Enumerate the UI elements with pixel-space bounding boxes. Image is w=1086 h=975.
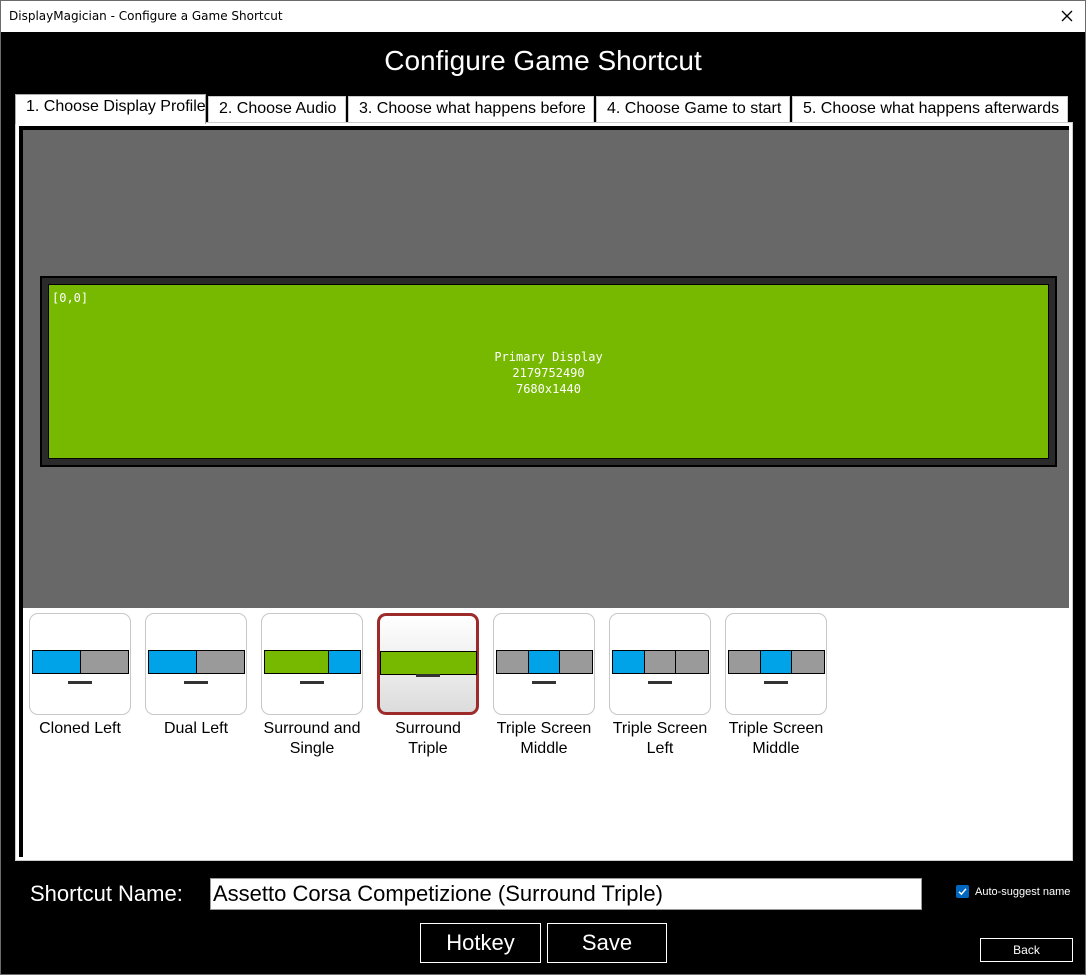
checkbox-checked-icon[interactable] (956, 885, 969, 898)
display-resolution: 7680x1440 (515, 382, 582, 396)
monitor-stand-icon (648, 681, 672, 684)
primary-display: [0,0] Primary Display 2179752490 7680x14… (48, 284, 1049, 459)
auto-suggest-checkbox[interactable]: Auto-suggest name (956, 885, 1070, 898)
profile-label: Triple Screen Middle (496, 720, 592, 757)
profile-label: Dual Left (163, 720, 229, 737)
profile-label: Surround and Single (263, 720, 361, 757)
display-id: 2179752490 (512, 366, 585, 380)
tab-strip: 1. Choose Display Profile 2. Choose Audi… (15, 94, 1071, 124)
shortcut-name-input[interactable] (210, 878, 922, 910)
close-icon[interactable] (1055, 4, 1079, 28)
monitor-segment (328, 651, 360, 673)
display-name: Primary Display (494, 350, 603, 364)
profile-item[interactable]: Dual Left (145, 613, 247, 739)
profile-item[interactable]: Cloned Left (29, 613, 131, 739)
profile-label: Triple Screen Left (612, 720, 708, 757)
app-window: DisplayMagician - Configure a Game Short… (0, 0, 1086, 975)
monitor-layout-icon (496, 650, 593, 674)
display-info: Primary Display 2179752490 7680x1440 (49, 349, 1048, 397)
display-frame: [0,0] Primary Display 2179752490 7680x14… (40, 276, 1057, 467)
profile-icon[interactable] (29, 613, 131, 715)
auto-suggest-label: Auto-suggest name (975, 885, 1071, 898)
monitor-segment (676, 651, 708, 673)
monitor-segment (80, 651, 128, 673)
profile-item[interactable]: Triple Screen Left (609, 613, 711, 759)
profile-item[interactable]: Surround Triple (377, 613, 479, 759)
profile-list: Cloned Left Dual Left Surround and Single S… (23, 608, 1069, 857)
profile-icon[interactable] (725, 613, 827, 715)
monitor-layout-icon (380, 651, 477, 675)
monitor-layout-icon (148, 650, 245, 674)
profile-label: Triple Screen Middle (728, 720, 824, 757)
profile-icon[interactable] (493, 613, 595, 715)
tab-before[interactable]: 3. Choose what happens before (348, 96, 594, 123)
monitor-segment (497, 651, 529, 673)
panel-inner: [0,0] Primary Display 2179752490 7680x14… (19, 126, 1069, 857)
tab-display-profile[interactable]: 1. Choose Display Profile (15, 94, 206, 124)
title-bar: DisplayMagician - Configure a Game Short… (1, 1, 1085, 32)
monitor-segment (381, 652, 476, 674)
profile-item[interactable]: Triple Screen Middle (493, 613, 595, 759)
profile-icon[interactable] (377, 613, 479, 715)
monitor-segment (792, 651, 824, 673)
profile-item[interactable]: Triple Screen Middle (725, 613, 827, 759)
tab-afterwards[interactable]: 5. Choose what happens afterwards (792, 96, 1068, 123)
profile-item[interactable]: Surround and Single (261, 613, 363, 759)
tab-audio[interactable]: 2. Choose Audio (208, 96, 346, 123)
page-title: Configure Game Shortcut (384, 45, 702, 76)
shortcut-name-label: Shortcut Name: (30, 881, 183, 906)
profile-icon[interactable] (609, 613, 711, 715)
tab-game[interactable]: 4. Choose Game to start (596, 96, 790, 123)
monitor-stand-icon (532, 681, 556, 684)
monitor-segment (33, 651, 81, 673)
display-coords: [0,0] (52, 291, 89, 305)
hotkey-button[interactable]: Hotkey (420, 923, 541, 963)
monitor-segment (528, 651, 561, 673)
window-title: DisplayMagician - Configure a Game Short… (9, 9, 283, 23)
profile-label: Cloned Left (39, 720, 121, 737)
back-button[interactable]: Back (980, 938, 1073, 962)
monitor-layout-icon (32, 650, 129, 674)
monitor-segment (729, 651, 761, 673)
monitor-stand-icon (184, 681, 208, 684)
monitor-layout-icon (612, 650, 709, 674)
save-button[interactable]: Save (547, 923, 667, 963)
monitor-layout-icon (264, 650, 361, 674)
monitor-segment (613, 651, 645, 673)
monitor-stand-icon (416, 674, 440, 677)
monitor-layout-icon (728, 650, 825, 674)
monitor-segment (196, 651, 244, 673)
monitor-segment (560, 651, 592, 673)
profile-icon[interactable] (145, 613, 247, 715)
profile-icon[interactable] (261, 613, 363, 715)
display-preview: [0,0] Primary Display 2179752490 7680x14… (23, 130, 1069, 608)
monitor-stand-icon (68, 681, 92, 684)
monitor-segment (149, 651, 197, 673)
monitor-segment (644, 651, 677, 673)
monitor-stand-icon (764, 681, 788, 684)
monitor-segment (760, 651, 793, 673)
monitor-stand-icon (300, 681, 324, 684)
monitor-segment (265, 651, 329, 673)
profile-label: Surround Triple (395, 720, 461, 757)
tab-panel: [0,0] Primary Display 2179752490 7680x14… (15, 122, 1073, 861)
